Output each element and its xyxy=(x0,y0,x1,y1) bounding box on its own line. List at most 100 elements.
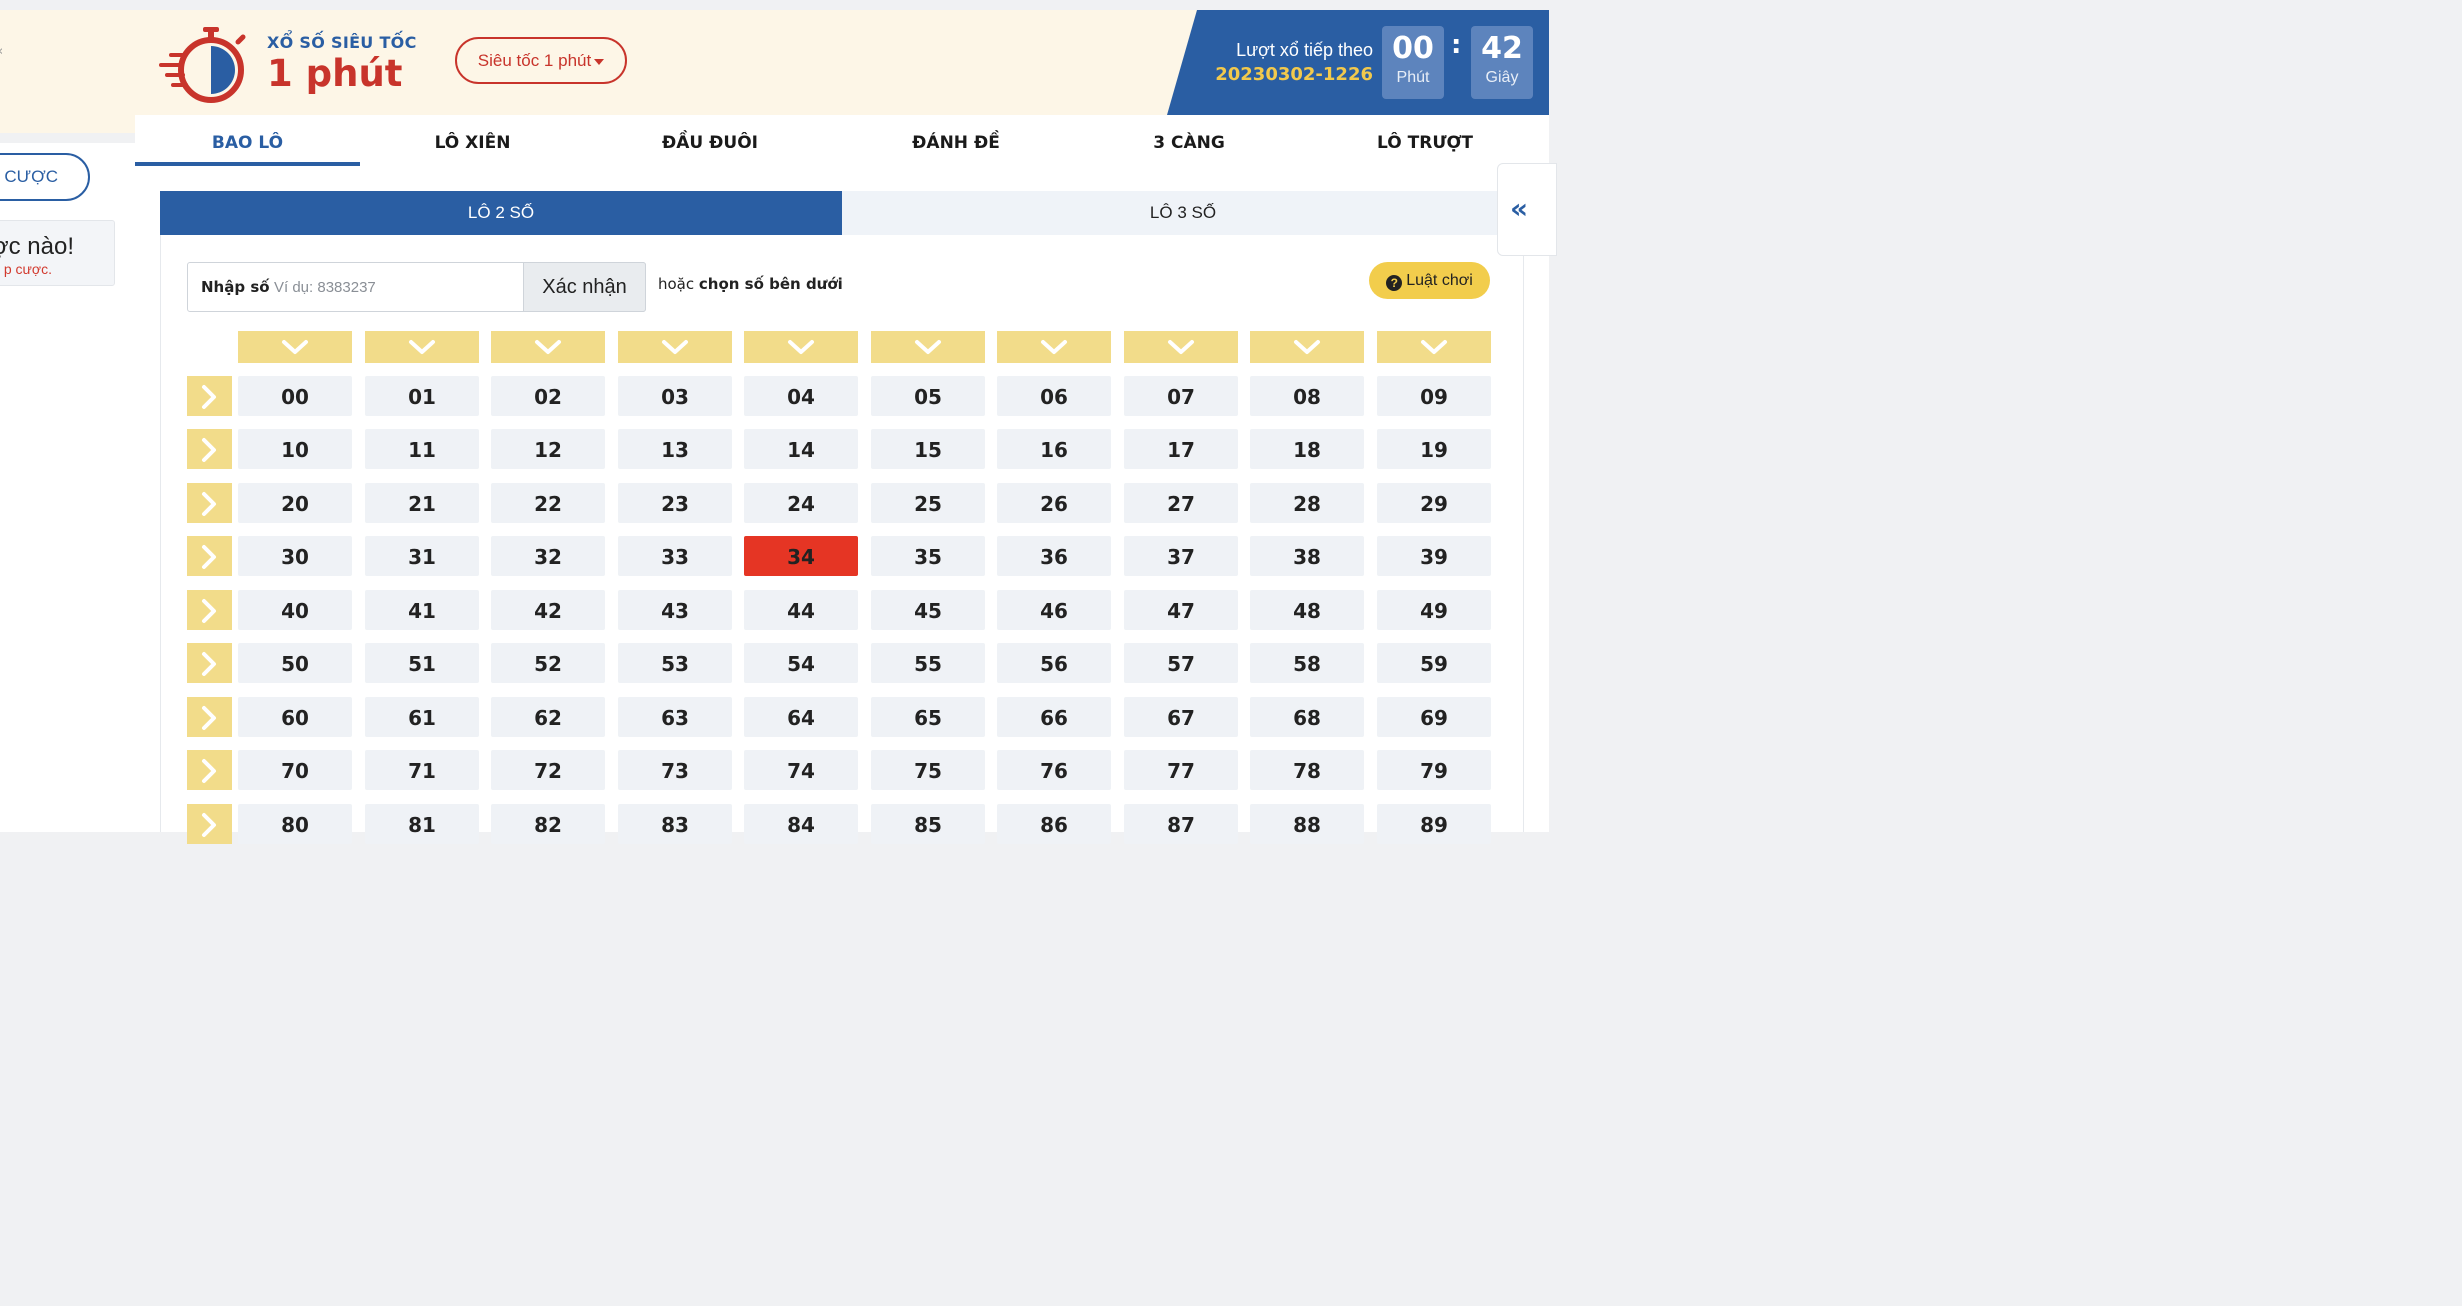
number-cell[interactable]: 23 xyxy=(618,483,732,523)
number-cell[interactable]: 52 xyxy=(491,643,605,683)
number-cell[interactable]: 67 xyxy=(1124,697,1238,737)
number-cell[interactable]: 49 xyxy=(1377,590,1491,630)
number-cell[interactable]: 20 xyxy=(238,483,352,523)
confirm-button[interactable]: Xác nhận xyxy=(523,262,646,312)
number-cell[interactable]: 88 xyxy=(1250,804,1364,844)
number-cell[interactable]: 60 xyxy=(238,697,352,737)
tab-danh-de[interactable]: ĐÁNH ĐỀ xyxy=(835,115,1077,166)
number-cell[interactable]: 06 xyxy=(997,376,1111,416)
number-cell[interactable]: 75 xyxy=(871,750,985,790)
collapse-panel-button[interactable]: « xyxy=(1497,163,1557,256)
number-cell[interactable]: 21 xyxy=(365,483,479,523)
column-select-5[interactable] xyxy=(871,331,985,363)
number-cell[interactable]: 37 xyxy=(1124,536,1238,576)
number-cell[interactable]: 64 xyxy=(744,697,858,737)
number-cell[interactable]: 74 xyxy=(744,750,858,790)
number-cell[interactable]: 84 xyxy=(744,804,858,844)
row-select-3[interactable] xyxy=(187,536,232,576)
number-cell[interactable]: 28 xyxy=(1250,483,1364,523)
number-cell[interactable]: 15 xyxy=(871,429,985,469)
row-select-7[interactable] xyxy=(187,750,232,790)
number-cell[interactable]: 87 xyxy=(1124,804,1238,844)
number-cell[interactable]: 76 xyxy=(997,750,1111,790)
number-cell[interactable]: 32 xyxy=(491,536,605,576)
number-cell[interactable]: 63 xyxy=(618,697,732,737)
number-cell[interactable]: 83 xyxy=(618,804,732,844)
number-cell[interactable]: 78 xyxy=(1250,750,1364,790)
number-cell[interactable]: 46 xyxy=(997,590,1111,630)
column-select-1[interactable] xyxy=(365,331,479,363)
number-cell[interactable]: 25 xyxy=(871,483,985,523)
column-select-9[interactable] xyxy=(1377,331,1491,363)
number-cell[interactable]: 70 xyxy=(238,750,352,790)
number-cell[interactable]: 24 xyxy=(744,483,858,523)
number-cell[interactable]: 39 xyxy=(1377,536,1491,576)
number-cell[interactable]: 50 xyxy=(238,643,352,683)
number-cell[interactable]: 17 xyxy=(1124,429,1238,469)
number-cell[interactable]: 31 xyxy=(365,536,479,576)
column-select-3[interactable] xyxy=(618,331,732,363)
number-cell[interactable]: 59 xyxy=(1377,643,1491,683)
number-cell[interactable]: 55 xyxy=(871,643,985,683)
number-cell[interactable]: 16 xyxy=(997,429,1111,469)
tab-lo-xien[interactable]: LÔ XIÊN xyxy=(360,115,585,166)
row-select-0[interactable] xyxy=(187,376,232,416)
number-cell[interactable]: 69 xyxy=(1377,697,1491,737)
number-cell[interactable]: 22 xyxy=(491,483,605,523)
tab-3-cang[interactable]: 3 CÀNG xyxy=(1077,115,1301,166)
number-cell[interactable]: 47 xyxy=(1124,590,1238,630)
row-select-5[interactable] xyxy=(187,643,232,683)
number-cell[interactable]: 08 xyxy=(1250,376,1364,416)
number-cell[interactable]: 45 xyxy=(871,590,985,630)
number-cell[interactable]: 51 xyxy=(365,643,479,683)
number-cell[interactable]: 73 xyxy=(618,750,732,790)
bet-list-button[interactable]: G CƯỢC xyxy=(0,153,90,201)
number-cell[interactable]: 42 xyxy=(491,590,605,630)
row-select-2[interactable] xyxy=(187,483,232,523)
number-cell[interactable]: 80 xyxy=(238,804,352,844)
number-cell[interactable]: 07 xyxy=(1124,376,1238,416)
number-cell[interactable]: 89 xyxy=(1377,804,1491,844)
number-cell[interactable]: 13 xyxy=(618,429,732,469)
number-cell[interactable]: 00 xyxy=(238,376,352,416)
number-cell[interactable]: 53 xyxy=(618,643,732,683)
number-cell[interactable]: 10 xyxy=(238,429,352,469)
number-cell[interactable]: 44 xyxy=(744,590,858,630)
column-select-7[interactable] xyxy=(1124,331,1238,363)
number-cell[interactable]: 61 xyxy=(365,697,479,737)
rules-button[interactable]: ? Luật chơi xyxy=(1369,262,1490,299)
number-cell[interactable]: 30 xyxy=(238,536,352,576)
number-cell[interactable]: 18 xyxy=(1250,429,1364,469)
number-cell[interactable]: 05 xyxy=(871,376,985,416)
number-cell[interactable]: 72 xyxy=(491,750,605,790)
number-cell[interactable]: 27 xyxy=(1124,483,1238,523)
number-cell[interactable]: 34 xyxy=(744,536,858,576)
number-cell[interactable]: 56 xyxy=(997,643,1111,683)
tab-bao-lo[interactable]: BAO LÔ xyxy=(135,115,360,166)
number-cell[interactable]: 41 xyxy=(365,590,479,630)
number-cell[interactable]: 38 xyxy=(1250,536,1364,576)
number-cell[interactable]: 48 xyxy=(1250,590,1364,630)
number-cell[interactable]: 62 xyxy=(491,697,605,737)
number-cell[interactable]: 33 xyxy=(618,536,732,576)
column-select-8[interactable] xyxy=(1250,331,1364,363)
number-cell[interactable]: 01 xyxy=(365,376,479,416)
number-cell[interactable]: 12 xyxy=(491,429,605,469)
number-cell[interactable]: 09 xyxy=(1377,376,1491,416)
number-cell[interactable]: 71 xyxy=(365,750,479,790)
number-cell[interactable]: 14 xyxy=(744,429,858,469)
number-cell[interactable]: 57 xyxy=(1124,643,1238,683)
number-cell[interactable]: 02 xyxy=(491,376,605,416)
number-cell[interactable]: 54 xyxy=(744,643,858,683)
number-cell[interactable]: 19 xyxy=(1377,429,1491,469)
number-cell[interactable]: 29 xyxy=(1377,483,1491,523)
number-cell[interactable]: 04 xyxy=(744,376,858,416)
number-cell[interactable]: 79 xyxy=(1377,750,1491,790)
number-cell[interactable]: 35 xyxy=(871,536,985,576)
number-cell[interactable]: 43 xyxy=(618,590,732,630)
number-cell[interactable]: 11 xyxy=(365,429,479,469)
number-cell[interactable]: 85 xyxy=(871,804,985,844)
subtab-lo-2-so[interactable]: LÔ 2 SỐ xyxy=(160,191,842,235)
number-cell[interactable]: 82 xyxy=(491,804,605,844)
column-select-4[interactable] xyxy=(744,331,858,363)
